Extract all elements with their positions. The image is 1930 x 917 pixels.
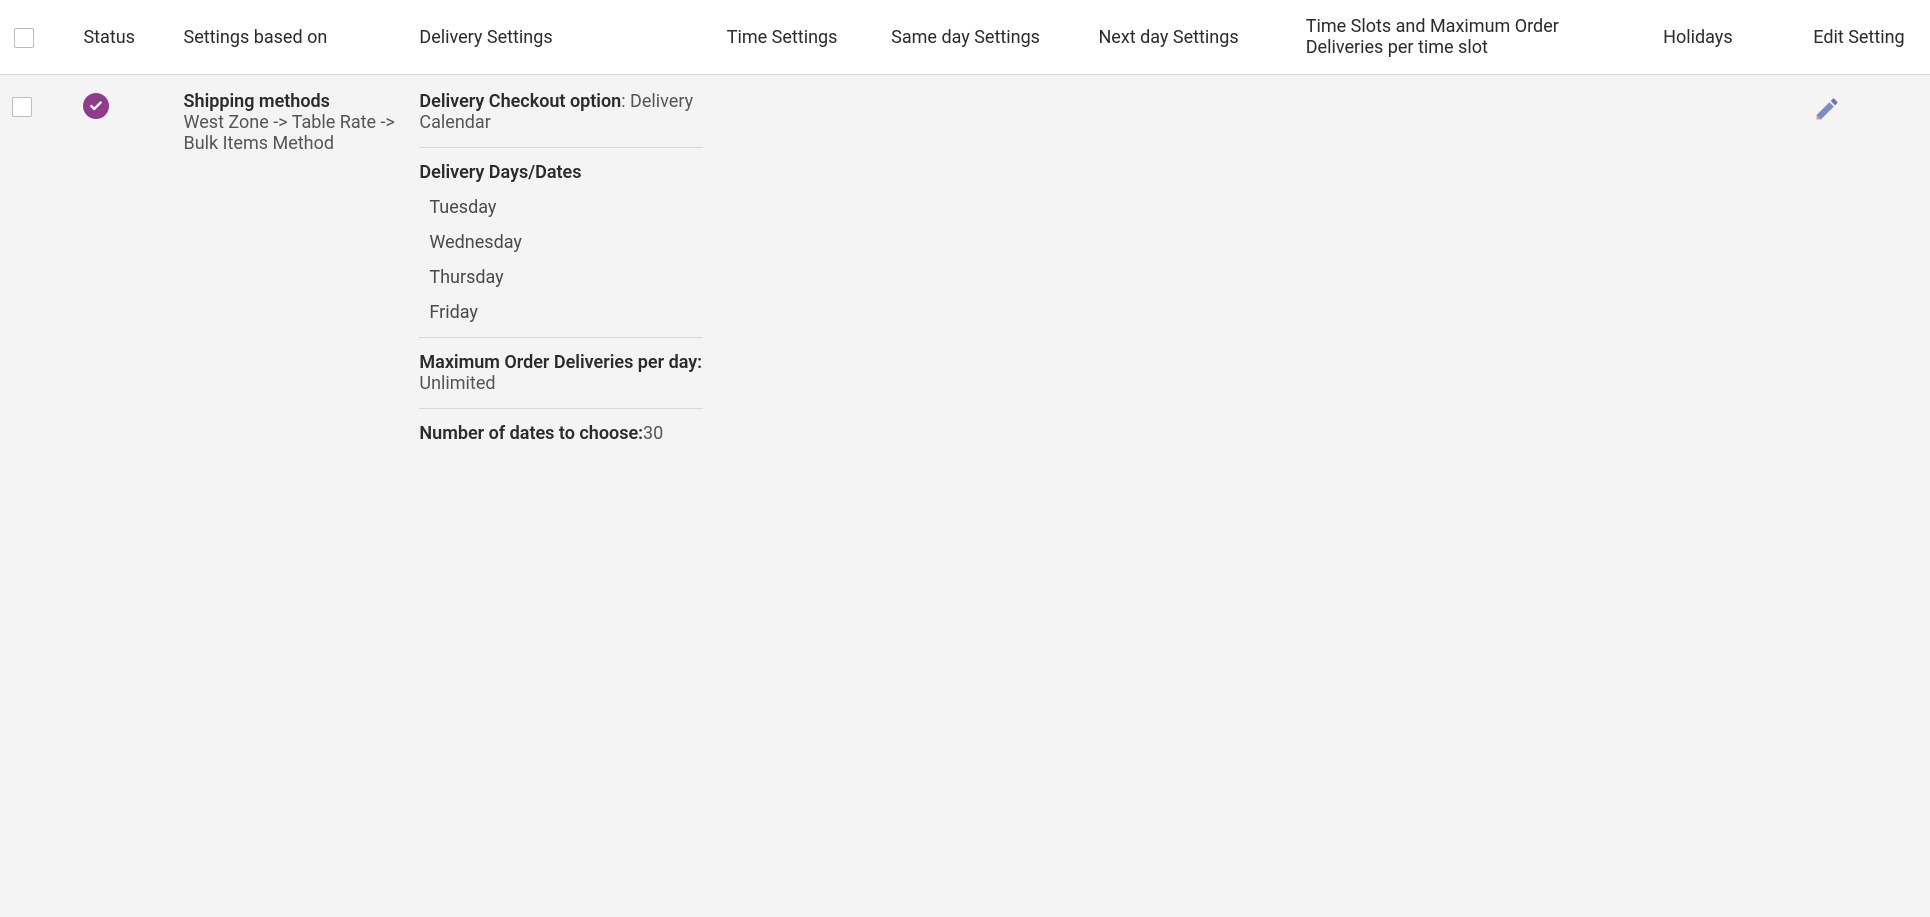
header-status[interactable]: Status (71, 0, 171, 75)
header-next-day-settings[interactable]: Next day Settings (1086, 0, 1293, 75)
settings-table: Status Settings based on Delivery Settin… (0, 0, 1930, 460)
cell-holidays (1651, 75, 1801, 461)
edit-button[interactable] (1813, 95, 1841, 123)
cell-time-settings (715, 75, 879, 461)
delivery-checkout-label: Delivery Checkout option (419, 91, 621, 112)
table-header: Status Settings based on Delivery Settin… (0, 0, 1930, 75)
cell-time-slots (1294, 75, 1651, 461)
header-edit-setting[interactable]: Edit Setting (1801, 0, 1930, 75)
table-row: Shipping methods West Zone -> Table Rate… (0, 75, 1930, 461)
number-dates-label: Number of dates to choose: (419, 423, 643, 444)
header-time-slots[interactable]: Time Slots and Maximum Order Deliveries … (1294, 0, 1651, 75)
row-checkbox[interactable] (12, 97, 32, 117)
checkmark-icon (89, 99, 103, 113)
header-same-day-settings[interactable]: Same day Settings (879, 0, 1086, 75)
day-item: Tuesday (419, 197, 702, 218)
status-active-badge (83, 93, 109, 119)
select-all-checkbox[interactable] (14, 28, 34, 48)
cell-same-day-settings (879, 75, 1086, 461)
shipping-methods-title: Shipping methods (184, 91, 396, 112)
cell-delivery-settings: Delivery Checkout option: Delivery Calen… (407, 75, 714, 461)
day-item: Friday (419, 302, 702, 323)
day-item: Thursday (419, 267, 702, 288)
cell-edit (1801, 75, 1930, 461)
max-orders-label: Maximum Order Deliveries per day: (419, 352, 702, 373)
cell-next-day-settings (1086, 75, 1293, 461)
pencil-icon (1813, 95, 1841, 123)
header-delivery-settings[interactable]: Delivery Settings (407, 0, 714, 75)
number-dates-value: 30 (643, 423, 663, 444)
shipping-methods-value: West Zone -> Table Rate -> Bulk Items Me… (184, 112, 396, 154)
delivery-days-label: Delivery Days/Dates (419, 162, 702, 183)
max-orders-value: Unlimited (419, 373, 495, 394)
header-settings-based-on[interactable]: Settings based on (172, 0, 408, 75)
day-item: Wednesday (419, 232, 702, 253)
header-holidays[interactable]: Holidays (1651, 0, 1801, 75)
cell-settings-based-on: Shipping methods West Zone -> Table Rate… (172, 75, 408, 461)
header-time-settings[interactable]: Time Settings (715, 0, 879, 75)
